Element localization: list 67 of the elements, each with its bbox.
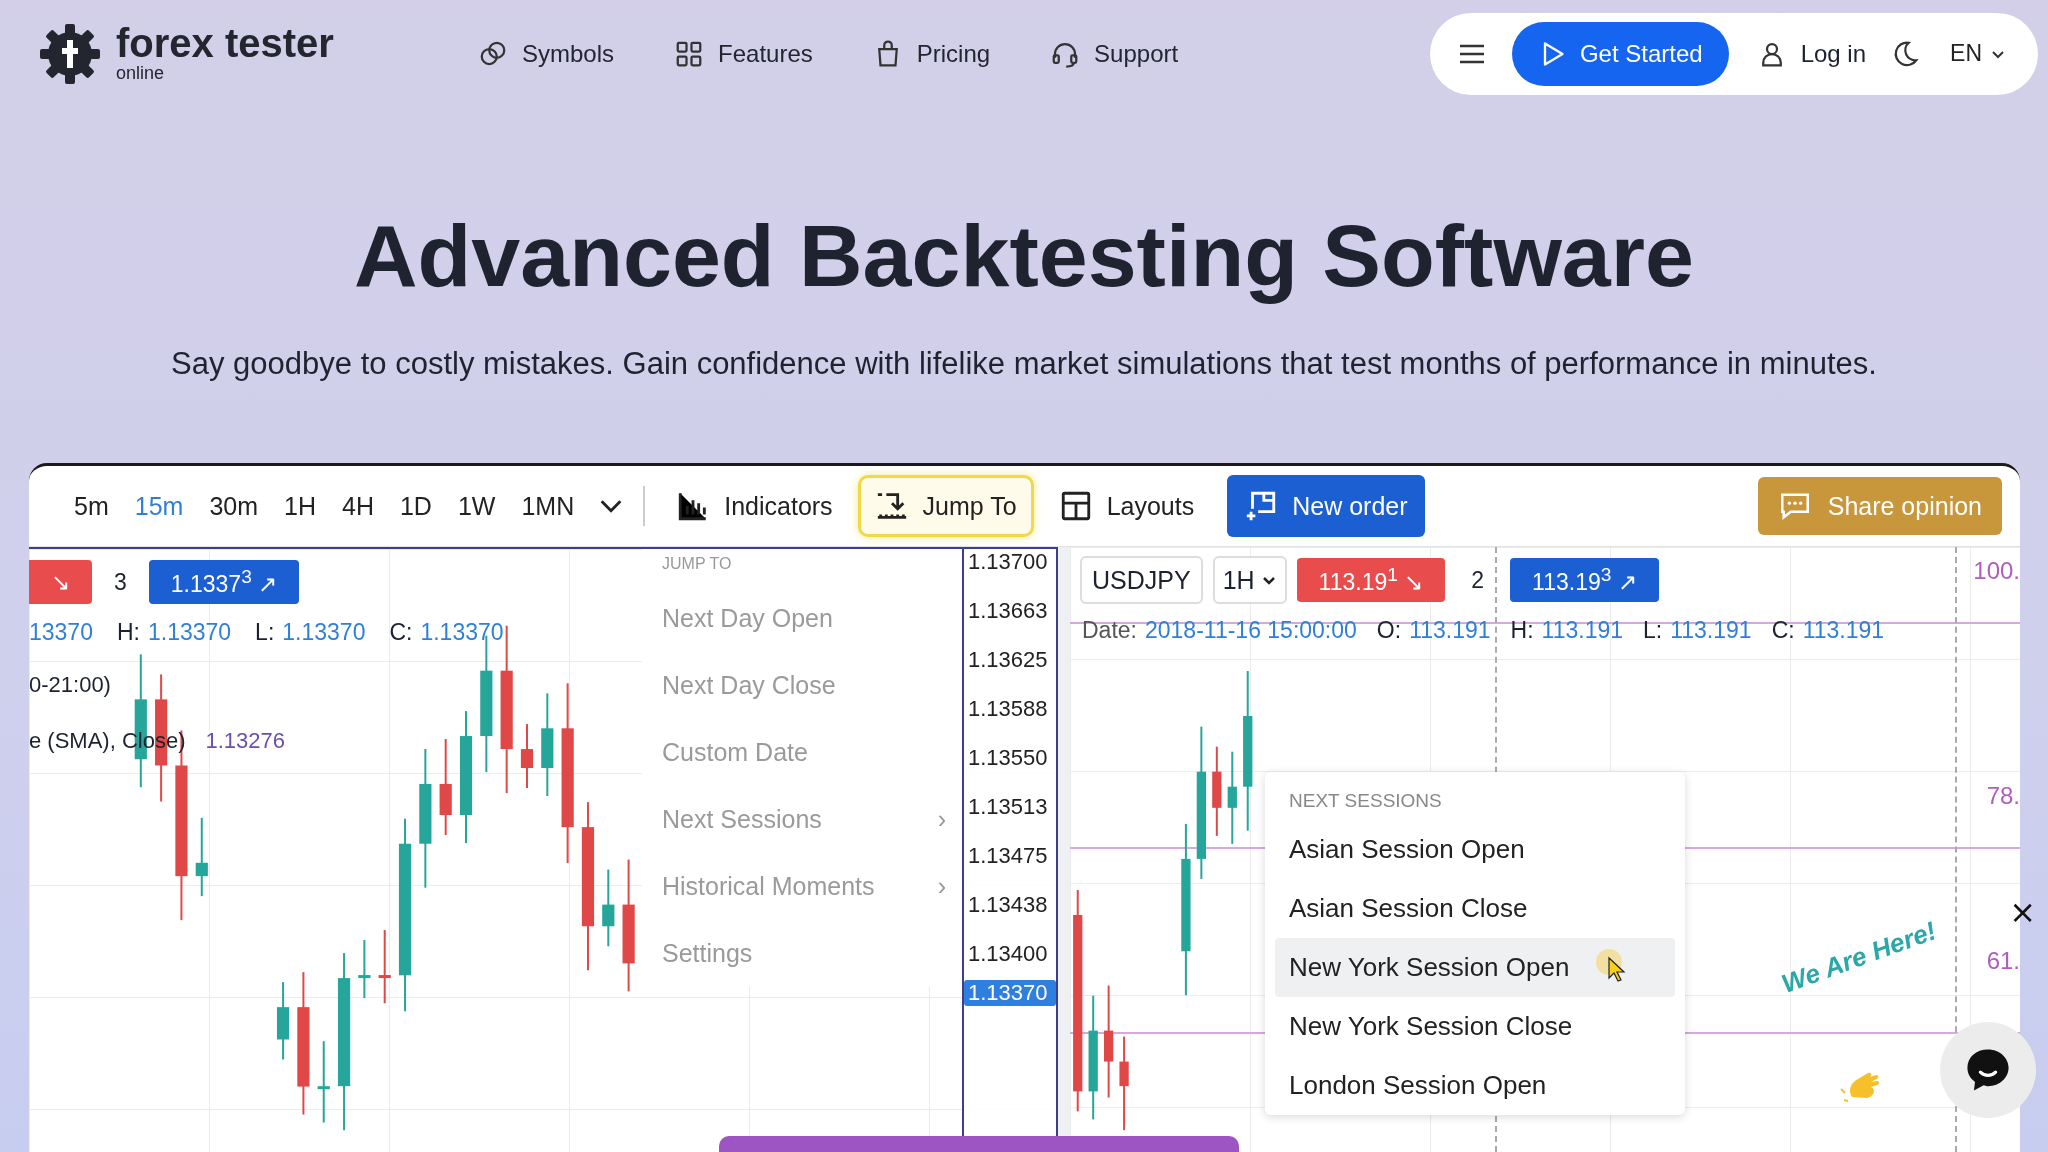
ohlc-value: H: 1.13370 bbox=[116, 618, 232, 646]
session-label: 0-21:00) bbox=[29, 672, 111, 698]
ohlc-value: H: 113.191 bbox=[1510, 616, 1623, 644]
sell-button[interactable]: 113.19$^{1}$ ↘ bbox=[1296, 558, 1446, 602]
login-link[interactable]: Log in bbox=[1756, 38, 1867, 69]
close-button[interactable]: × bbox=[2009, 896, 2036, 928]
lot-count: 3 bbox=[114, 568, 127, 596]
price-tick: 1.13513 bbox=[967, 794, 1049, 819]
nav-link[interactable]: Pricing bbox=[872, 38, 991, 69]
nav-link[interactable]: Support bbox=[1050, 38, 1179, 69]
chat-tagline: We Are Here! bbox=[1777, 915, 1941, 1000]
ohlc-value: L: 1.13370 bbox=[255, 618, 366, 646]
menu-heading: JUMP TO bbox=[662, 555, 733, 574]
price-tick: 1.13625 bbox=[967, 647, 1049, 672]
hero-subtitle: Say goodbye to costly mistakes. Gain confidence with lifelike market simulations that test months of performance in minutes. bbox=[170, 345, 1878, 383]
lot-count: 2 bbox=[1471, 566, 1485, 594]
timeframe-tab[interactable]: 1D bbox=[386, 491, 445, 521]
menu-item[interactable]: New York Session Close bbox=[1275, 997, 1675, 1056]
price-tick: 1.13550 bbox=[967, 745, 1049, 770]
fibonacci-level: 78. bbox=[1986, 782, 2020, 810]
timeframe-tab[interactable]: 1H bbox=[271, 491, 329, 521]
new-order-button[interactable]: New order bbox=[1227, 475, 1425, 537]
menu-item[interactable]: New York Session Open bbox=[1275, 938, 1675, 997]
ohlc-value: L: 113.191 bbox=[1643, 616, 1752, 644]
buy-button[interactable]: 1.1337$^{3}$ ↗ bbox=[148, 560, 300, 604]
timeframe-tab[interactable]: 5m bbox=[61, 491, 122, 521]
price-tick: 1.13400 bbox=[967, 941, 1049, 966]
ohlc-value: O: 113.191 bbox=[1376, 616, 1491, 644]
price-tick: 1.13588 bbox=[967, 696, 1049, 721]
timeframe-tab[interactable]: 1W bbox=[444, 491, 509, 521]
date-value: Date: 2018-11-16 15:00:00 bbox=[1082, 616, 1357, 644]
fibonacci-level: 100. bbox=[1973, 557, 2020, 585]
toolbar-button[interactable]: Layouts bbox=[1041, 475, 1212, 537]
toolbar-button[interactable]: Indicators bbox=[659, 475, 850, 537]
candlestick bbox=[358, 939, 371, 1000]
price-tick: 1.13663 bbox=[967, 598, 1049, 623]
nav-link[interactable]: Features bbox=[674, 38, 813, 69]
get-started-button[interactable]: Get Started bbox=[1511, 21, 1729, 86]
symbol-field[interactable]: USDJPY bbox=[1080, 556, 1203, 604]
timeframe-tab[interactable]: 4H bbox=[329, 491, 387, 521]
language-selector[interactable]: EN bbox=[1944, 39, 2012, 68]
timeframe-select[interactable]: 1H bbox=[1212, 556, 1287, 604]
price-tick: 1.13700 bbox=[967, 549, 1049, 574]
price-tick: 1.13438 bbox=[967, 892, 1049, 917]
ohlc-value: C: 113.191 bbox=[1771, 616, 1885, 644]
menu-item[interactable]: London Session Open bbox=[1275, 1056, 1675, 1115]
current-price-tag: 1.13370 bbox=[964, 980, 1056, 1006]
brand-tagline: online bbox=[116, 63, 166, 84]
timeframe-tab[interactable]: 1MN bbox=[508, 491, 588, 521]
nav-link[interactable]: Symbols bbox=[478, 38, 615, 69]
ohlc-value: 13370 bbox=[29, 618, 93, 646]
timeframe-tab[interactable]: 15m bbox=[121, 491, 197, 521]
menu-item[interactable]: Asian Session Close bbox=[1275, 879, 1675, 938]
ohlc-value: C: 1.13370 bbox=[389, 618, 504, 646]
price-tick: 1.13475 bbox=[967, 843, 1049, 868]
buy-button[interactable]: 113.19$^{3}$ ↗ bbox=[1510, 558, 1659, 602]
sell-button[interactable]: ↘ bbox=[29, 560, 92, 604]
menu-heading: NEXT SESSIONS bbox=[1288, 789, 1443, 813]
toolbar-button[interactable]: Jump To bbox=[857, 475, 1034, 537]
candlestick bbox=[520, 723, 534, 790]
study-value: 1.13276 bbox=[205, 728, 285, 754]
hero-title: Advanced Backtesting Software bbox=[353, 207, 1695, 304]
menu-item[interactable]: Asian Session Open bbox=[1275, 820, 1675, 879]
timeframe-tab[interactable]: 30m bbox=[196, 491, 271, 521]
fibonacci-level: 61. bbox=[1986, 947, 2020, 975]
brand-name[interactable]: forex tester bbox=[116, 23, 334, 63]
gear-logo-icon[interactable] bbox=[38, 21, 102, 86]
